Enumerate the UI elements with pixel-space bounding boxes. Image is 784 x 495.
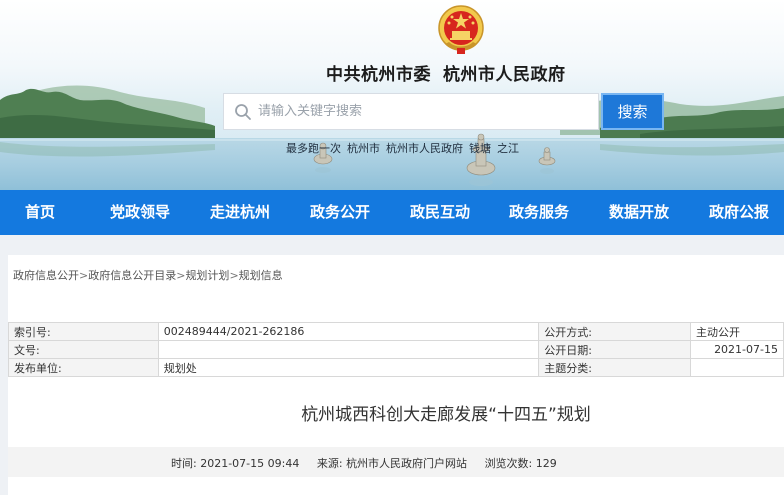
publisher-label: 发布单位: <box>8 358 159 377</box>
site-title-party: 中共杭州市委 <box>326 65 431 85</box>
header-banner: 中共杭州市委杭州市人民政府 搜索 最多跑一次杭州市杭州市人民政府钱塘之江 <box>0 0 784 190</box>
search-box <box>223 93 599 130</box>
breadcrumb: 政府信息公开>政府信息公开目录>规划计划>规划信息 <box>13 267 283 283</box>
nav-item-home[interactable]: 首页 <box>10 190 70 235</box>
breadcrumb-item[interactable]: 政府信息公开 <box>13 269 79 282</box>
open-mode-value: 主动公开 <box>690 322 784 341</box>
index-label: 索引号: <box>8 322 159 341</box>
nav-item-open-data[interactable]: 数据开放 <box>599 190 679 235</box>
open-date-label: 公开日期: <box>538 340 692 359</box>
nav-item-leadership[interactable]: 党政领导 <box>100 190 180 235</box>
breadcrumb-separator: > <box>229 269 239 282</box>
hot-word-link[interactable]: 杭州市人民政府 <box>386 142 463 155</box>
nav-item-interaction[interactable]: 政民互动 <box>400 190 480 235</box>
views-value: 129 <box>535 457 557 470</box>
doc-no-label: 文号: <box>8 340 159 359</box>
open-mode-label: 公开方式: <box>538 322 692 341</box>
index-value: 002489444/2021-262186 <box>157 322 540 341</box>
national-emblem-icon <box>438 5 484 54</box>
page: 中共杭州市委杭州市人民政府 搜索 最多跑一次杭州市杭州市人民政府钱塘之江 首页 … <box>0 0 784 495</box>
search-button[interactable]: 搜索 <box>601 93 664 130</box>
site-title-gov: 杭州市人民政府 <box>443 65 566 85</box>
time-label: 时间: <box>171 457 197 470</box>
table-row: 索引号: 002489444/2021-262186 公开方式: 主动公开 <box>8 322 784 341</box>
table-row: 发布单位: 规划处 主题分类: <box>8 358 784 377</box>
breadcrumb-item[interactable]: 规划计划 <box>185 269 229 282</box>
nav-item-gov-affairs[interactable]: 政务公开 <box>300 190 380 235</box>
source-value: 杭州市人民政府门户网站 <box>346 457 468 470</box>
article-info: 时间: 2021-07-15 09:44 来源: 杭州市人民政府门户网站 浏览次… <box>171 455 557 471</box>
publisher-value: 规划处 <box>157 358 540 377</box>
doc-no-value <box>157 340 540 359</box>
time-value: 2021-07-15 09:44 <box>200 457 300 470</box>
breadcrumb-separator: > <box>79 269 89 282</box>
hot-word-link[interactable]: 钱塘 <box>469 142 491 155</box>
article-title: 杭州城西科创大走廊发展“十四五”规划 <box>301 405 591 425</box>
category-label: 主题分类: <box>538 358 692 377</box>
breadcrumb-item[interactable]: 政府信息公开目录 <box>88 269 176 282</box>
views-label: 浏览次数: <box>484 457 533 470</box>
nav-item-about-hangzhou[interactable]: 走进杭州 <box>200 190 280 235</box>
open-date-value: 2021-07-15 <box>690 340 784 359</box>
site-title: 中共杭州市委 杭州市人民政府 <box>326 60 566 85</box>
document-meta-table: 索引号: 002489444/2021-262186 公开方式: 主动公开 文号… <box>8 322 784 377</box>
search-icon <box>235 104 251 120</box>
breadcrumb-item[interactable]: 规划信息 <box>239 269 283 282</box>
main-nav: 首页 党政领导 走进杭州 政务公开 政民互动 政务服务 数据开放 政府公报 <box>0 190 784 235</box>
category-value <box>690 358 784 377</box>
hot-search-words: 最多跑一次 杭州市 杭州市人民政府 钱塘 之江 <box>286 140 525 156</box>
table-row: 文号: 公开日期: 2021-07-15 <box>8 340 784 359</box>
search-input[interactable] <box>258 94 588 129</box>
nav-item-gazette[interactable]: 政府公报 <box>699 190 779 235</box>
nav-item-services[interactable]: 政务服务 <box>499 190 579 235</box>
hot-word-link[interactable]: 最多跑一次 <box>286 142 341 155</box>
source-label: 来源: <box>316 457 343 470</box>
hot-word-link[interactable]: 杭州市 <box>347 142 380 155</box>
hot-word-link[interactable]: 之江 <box>497 142 519 155</box>
